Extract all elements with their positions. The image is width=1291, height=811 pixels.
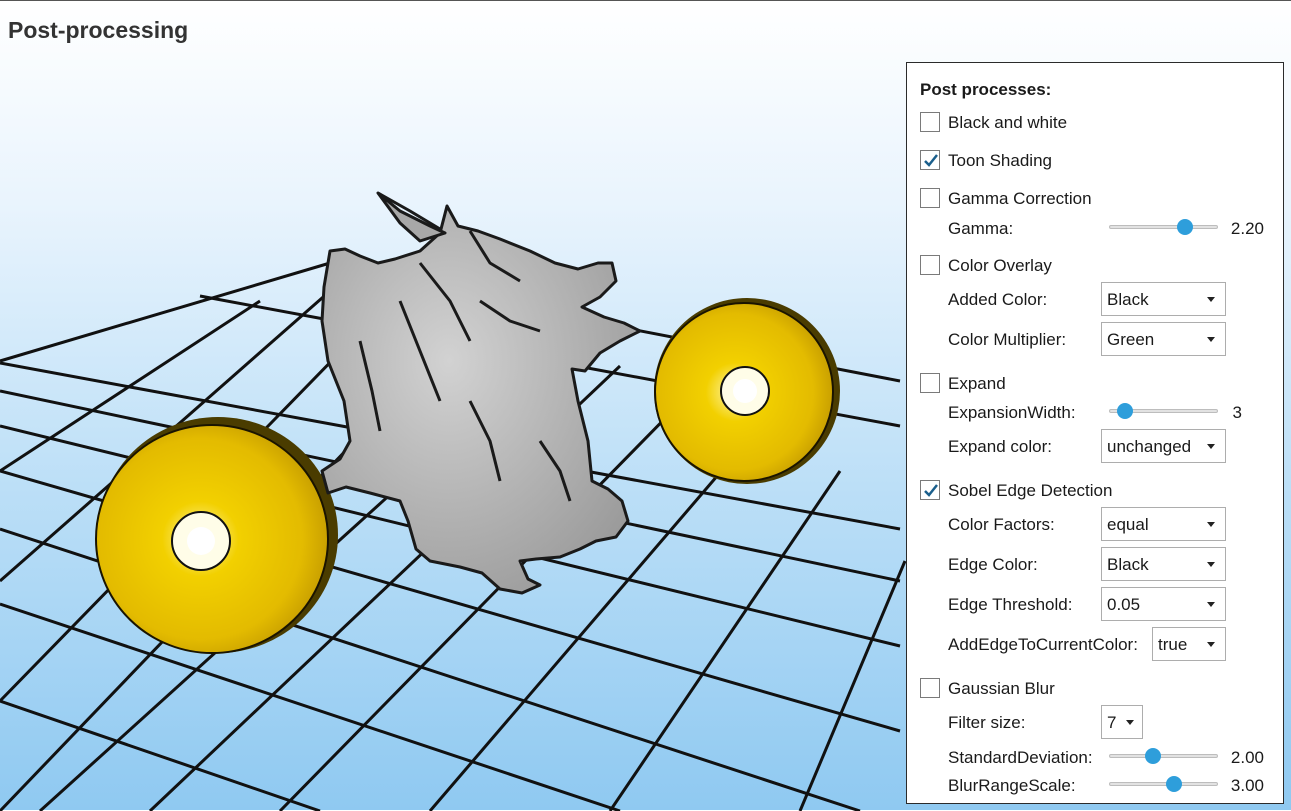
chevron-down-icon — [1207, 642, 1215, 647]
edge-threshold-label: Edge Threshold: — [948, 595, 1073, 614]
edge-color-dropdown[interactable]: Black — [1101, 547, 1226, 581]
panel-heading: Post processes: — [920, 80, 1052, 99]
color-overlay-checkbox[interactable] — [920, 255, 940, 275]
sphere-left — [95, 417, 338, 654]
gaussian-blur-checkbox[interactable] — [920, 678, 940, 698]
gaussian-blur-label[interactable]: Gaussian Blur — [948, 679, 1055, 699]
edge-threshold-value: 0.05 — [1107, 595, 1141, 614]
gamma-label: Gamma: — [948, 219, 1014, 238]
chevron-down-icon — [1207, 522, 1215, 527]
color-multiplier-value: Green — [1107, 330, 1155, 349]
chevron-down-icon — [1207, 297, 1215, 302]
chevron-down-icon — [1126, 720, 1134, 725]
toon-shading-label[interactable]: Toon Shading — [948, 151, 1052, 171]
gamma-correction-checkbox[interactable] — [920, 188, 940, 208]
filter-size-value: 7 — [1107, 713, 1117, 732]
gamma-slider-thumb[interactable] — [1177, 219, 1194, 235]
color-multiplier-dropdown[interactable]: Green — [1101, 322, 1226, 356]
added-color-label: Added Color: — [948, 290, 1048, 309]
post-processing-panel: Post processes: Black and white Toon Sha… — [906, 62, 1284, 804]
expand-checkbox[interactable] — [920, 373, 940, 393]
expand-color-dropdown[interactable]: unchanged — [1101, 429, 1226, 463]
expand-color-value: unchanged — [1107, 437, 1192, 456]
check-mark-icon — [924, 484, 938, 497]
chevron-down-icon — [1207, 444, 1215, 449]
gamma-value: 2.20 — [1230, 219, 1264, 238]
black-and-white-label[interactable]: Black and white — [948, 113, 1067, 133]
add-edge-to-current-color-dropdown[interactable]: true — [1152, 627, 1226, 661]
blur-range-scale-slider-thumb[interactable] — [1166, 776, 1183, 792]
edge-color-label: Edge Color: — [948, 555, 1038, 574]
expand-color-label: Expand color: — [948, 437, 1052, 456]
color-factors-label: Color Factors: — [948, 515, 1055, 534]
color-factors-value: equal — [1107, 515, 1149, 534]
chevron-down-icon — [1207, 602, 1215, 607]
check-mark-icon — [924, 154, 938, 167]
page-title: Post-processing — [8, 17, 189, 43]
added-color-value: Black — [1107, 290, 1149, 309]
standard-deviation-slider-thumb[interactable] — [1144, 748, 1161, 764]
blur-range-scale-value: 3.00 — [1230, 776, 1264, 795]
expansion-width-value: 3 — [1232, 403, 1242, 422]
filter-size-dropdown[interactable]: 7 — [1101, 705, 1143, 739]
expansion-width-slider-thumb[interactable] — [1117, 403, 1134, 419]
color-multiplier-label: Color Multiplier: — [948, 330, 1067, 349]
toon-shading-checkbox[interactable] — [920, 150, 940, 170]
blur-range-scale-label: BlurRangeScale: — [948, 776, 1076, 795]
expansion-width-slider[interactable] — [1109, 402, 1218, 420]
chevron-down-icon — [1207, 337, 1215, 342]
added-color-dropdown[interactable]: Black — [1101, 282, 1226, 316]
chevron-down-icon — [1207, 562, 1215, 567]
sphere-right — [654, 298, 840, 484]
sobel-edge-detection-checkbox[interactable] — [920, 480, 940, 500]
black-and-white-checkbox[interactable] — [920, 112, 940, 132]
add-edge-to-current-color-value: true — [1158, 635, 1188, 654]
add-edge-to-current-color-label: AddEdgeToCurrentColor: — [948, 635, 1138, 654]
edge-color-value: Black — [1107, 555, 1149, 574]
standard-deviation-slider[interactable] — [1109, 747, 1218, 765]
filter-size-label: Filter size: — [948, 713, 1026, 732]
blur-range-scale-slider[interactable] — [1109, 775, 1218, 793]
sobel-edge-detection-label[interactable]: Sobel Edge Detection — [948, 481, 1112, 501]
standard-deviation-value: 2.00 — [1230, 748, 1264, 767]
standard-deviation-label: StandardDeviation: — [948, 748, 1093, 767]
expand-label[interactable]: Expand — [948, 374, 1006, 394]
expansion-width-label: ExpansionWidth: — [948, 403, 1076, 422]
gamma-slider[interactable] — [1109, 218, 1218, 236]
color-overlay-label[interactable]: Color Overlay — [948, 256, 1052, 276]
edge-threshold-dropdown[interactable]: 0.05 — [1101, 587, 1226, 621]
color-factors-dropdown[interactable]: equal — [1101, 507, 1226, 541]
gamma-correction-label[interactable]: Gamma Correction — [948, 189, 1092, 209]
